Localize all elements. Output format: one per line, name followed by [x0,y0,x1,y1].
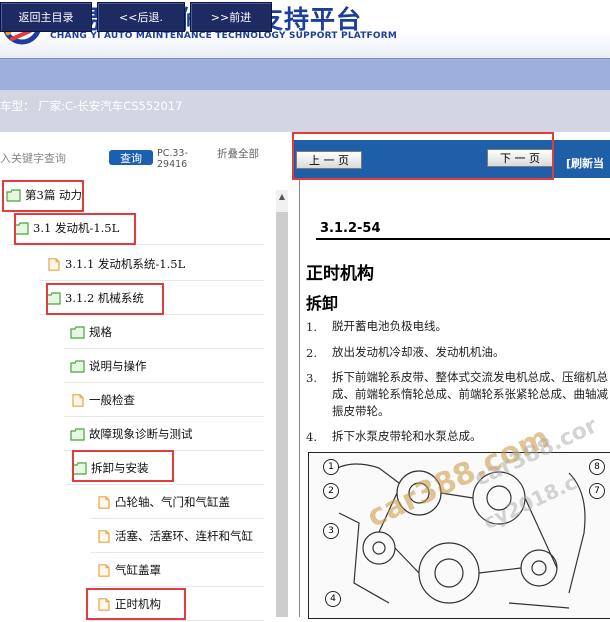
folder-icon [70,427,85,441]
tree-separator [64,416,264,417]
collapse-all-button[interactable]: 折叠全部 [217,148,267,160]
highlight-box [72,450,174,482]
callout-7: 7 [589,483,605,499]
tree-separator [90,518,264,519]
document-icon [96,529,111,543]
step-number: 2. [306,346,317,360]
search-input[interactable]: 入关键字查询 [0,150,66,166]
tree-item-label: 故障现象诊断与测试 [89,427,193,441]
forward-button[interactable]: >>前进 [190,2,272,32]
doc-section-code: 3.1.2-54 [320,221,381,236]
home-button[interactable]: 返回主目录 [0,2,92,32]
tree-item-label: 说明与操作 [89,359,147,373]
tree-separator [64,382,264,383]
tree-separator [90,620,264,621]
app-subtitle: CHANG YI AUTO MAINTENANCE TECHNOLOGY SUP… [50,31,398,41]
highlight-box [46,283,164,315]
callout-2: 2 [323,483,339,499]
document-icon [46,257,61,271]
callout-8: 8 [589,459,605,475]
tree-separator [64,348,264,349]
tree-item-label: 一般检查 [89,393,135,407]
scroll-up-icon[interactable]: ▲ [276,190,288,204]
step-number: 1. [306,320,317,334]
callout-1: 1 [323,459,339,475]
callout-4: 4 [325,591,341,607]
tree-item[interactable]: 一般检查 [70,390,135,410]
step-text: 放出发动机冷却液、发动机机油。 [332,345,505,359]
step-text: 拆下前端轮系皮带、整体式交流发电机总成、压缩机总成、前端轮系惰轮总成、前端轮系张… [332,370,608,418]
refresh-link[interactable]: [刷新当 [566,155,604,171]
pc-code: PC.33-29416 [157,148,188,170]
tree-item-label: 凸轮轴、气门和气缸盖 [115,495,230,509]
step-text: 脱开蓄电池负极电线。 [332,319,447,333]
tree-item[interactable]: 气缸盖罩 [96,560,161,580]
nav-bar [0,58,610,91]
highlight-box [292,132,554,180]
step-number: 3. [306,371,317,385]
tree-separator [66,484,264,485]
tree-item[interactable]: 说明与操作 [70,356,147,376]
callout-3: 3 [323,523,339,539]
tree-item-label: 活塞、活塞环、连杆和气缸 [115,529,253,543]
tree-item-label: 规格 [89,325,112,339]
tree-item[interactable]: 活塞、活塞环、连杆和气缸 [96,526,253,546]
tree-separator [40,280,264,281]
highlight-box [14,213,136,245]
scrollbar-thumb[interactable] [276,212,288,617]
step-number: 4. [306,430,317,444]
folder-icon [70,359,85,373]
document-icon [96,495,111,509]
tree-item[interactable]: 故障现象诊断与测试 [70,424,193,444]
tree-item-label: 3.1.1 发动机系统-1.5L [65,257,186,271]
document-icon [96,563,111,577]
folder-icon [70,325,85,339]
doc-divider [316,238,610,240]
tree-separator [90,586,264,587]
model-label: 车型： 厂家:C-长安汽车CS552017 [0,99,183,113]
doc-subheading: 拆卸 [306,294,339,313]
tree-item[interactable]: 规格 [70,322,112,342]
highlight-box [86,588,186,620]
query-button[interactable]: 查询 [109,150,153,165]
tree-item[interactable]: 3.1.1 发动机系统-1.5L [46,254,185,274]
doc-heading: 正时机构 [306,264,374,284]
document-icon [70,393,85,407]
highlight-box [2,180,84,212]
back-button[interactable]: <<后退. [97,2,185,32]
tree-separator [90,552,264,553]
tree-item[interactable]: 凸轮轴、气门和气缸盖 [96,492,230,512]
model-bar: 车型： 厂家:C-长安汽车CS552017 [0,90,610,132]
tree-item-label: 气缸盖罩 [115,563,161,577]
